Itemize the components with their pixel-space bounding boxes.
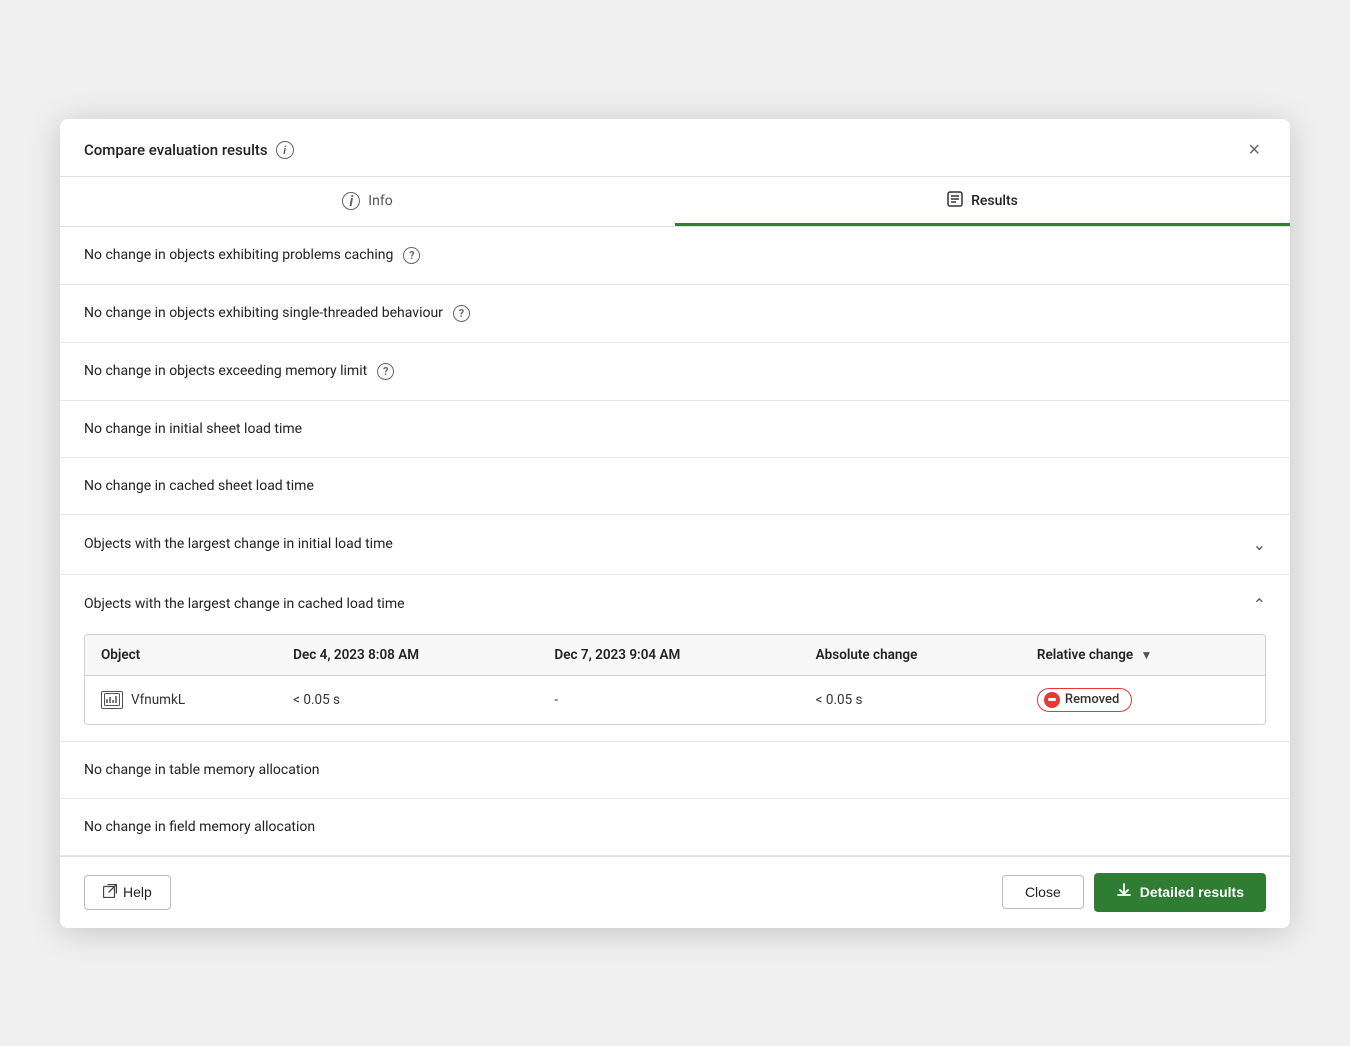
help-button[interactable]: Help bbox=[84, 875, 171, 910]
tab-results-label: Results bbox=[971, 193, 1018, 209]
footer-right-actions: Close Detailed results bbox=[1002, 873, 1266, 912]
cell-relative: Removed bbox=[1021, 675, 1265, 724]
section-memory-limit[interactable]: No change in objects exceeding memory li… bbox=[60, 343, 1290, 401]
col-date2: Dec 7, 2023 9:04 AM bbox=[538, 635, 799, 676]
section-single-threaded[interactable]: No change in objects exhibiting single-t… bbox=[60, 285, 1290, 343]
removed-badge: Removed bbox=[1037, 688, 1132, 712]
modal-title-text: Compare evaluation results bbox=[84, 141, 268, 159]
title-info-icon[interactable]: i bbox=[276, 141, 294, 159]
section-field-memory-text: No change in field memory allocation bbox=[84, 819, 315, 835]
col-date2-label: Dec 7, 2023 9:04 AM bbox=[554, 647, 680, 663]
col-date1-label: Dec 4, 2023 8:08 AM bbox=[293, 647, 419, 663]
object-chart-icon bbox=[101, 691, 123, 709]
cell-object: VfnumkL bbox=[85, 675, 277, 724]
section-caching-left: No change in objects exhibiting problems… bbox=[84, 247, 420, 264]
removed-label: Removed bbox=[1065, 692, 1119, 707]
results-tab-icon bbox=[947, 191, 963, 211]
cell-date2: - bbox=[538, 675, 799, 724]
table-row: VfnumkL < 0.05 s - < 0.05 s Removed bbox=[85, 675, 1265, 724]
sort-desc-icon: ▼ bbox=[1141, 648, 1153, 662]
tab-info-label: Info bbox=[368, 193, 392, 209]
section-caching[interactable]: No change in objects exhibiting problems… bbox=[60, 227, 1290, 285]
modal-close-button[interactable]: × bbox=[1242, 137, 1266, 164]
modal-title: Compare evaluation results i bbox=[84, 141, 294, 159]
caching-help-icon[interactable]: ? bbox=[403, 247, 420, 264]
section-single-threaded-left: No change in objects exhibiting single-t… bbox=[84, 305, 470, 322]
cached-load-table: Object Dec 4, 2023 8:08 AM Dec 7, 2023 9… bbox=[85, 635, 1265, 724]
modal-footer: Help Close Detailed results bbox=[60, 856, 1290, 928]
chevron-down-icon: ⌄ bbox=[1253, 535, 1266, 554]
cached-load-table-container: Object Dec 4, 2023 8:08 AM Dec 7, 2023 9… bbox=[84, 634, 1266, 725]
tab-results[interactable]: Results bbox=[675, 177, 1290, 226]
col-relative[interactable]: Relative change ▼ bbox=[1021, 635, 1265, 676]
help-external-icon bbox=[103, 884, 117, 901]
section-caching-text: No change in objects exhibiting problems… bbox=[84, 247, 393, 263]
section-cached-load-text: No change in cached sheet load time bbox=[84, 478, 314, 494]
modal-header: Compare evaluation results i × bbox=[60, 119, 1290, 177]
section-initial-load-text: No change in initial sheet load time bbox=[84, 421, 302, 437]
section-single-threaded-text: No change in objects exhibiting single-t… bbox=[84, 305, 443, 321]
object-name: VfnumkL bbox=[131, 692, 185, 708]
col-object: Object bbox=[85, 635, 277, 676]
col-date1: Dec 4, 2023 8:08 AM bbox=[277, 635, 538, 676]
download-icon bbox=[1116, 882, 1132, 903]
col-absolute-label: Absolute change bbox=[816, 647, 918, 663]
removed-icon bbox=[1044, 692, 1060, 708]
tab-bar: i Info Results bbox=[60, 177, 1290, 227]
section-largest-cached-header[interactable]: Objects with the largest change in cache… bbox=[60, 575, 1290, 634]
object-cell-content: VfnumkL bbox=[101, 691, 261, 709]
section-largest-initial-text: Objects with the largest change in initi… bbox=[84, 536, 393, 552]
section-table-memory[interactable]: No change in table memory allocation bbox=[60, 742, 1290, 799]
section-memory-limit-text: No change in objects exceeding memory li… bbox=[84, 363, 367, 379]
cell-absolute: < 0.05 s bbox=[800, 675, 1021, 724]
modal-body: No change in objects exhibiting problems… bbox=[60, 227, 1290, 856]
single-threaded-help-icon[interactable]: ? bbox=[453, 305, 470, 322]
col-absolute: Absolute change bbox=[800, 635, 1021, 676]
col-object-label: Object bbox=[101, 647, 140, 663]
section-largest-cached: Objects with the largest change in cache… bbox=[60, 575, 1290, 742]
section-field-memory[interactable]: No change in field memory allocation bbox=[60, 799, 1290, 856]
section-memory-limit-left: No change in objects exceeding memory li… bbox=[84, 363, 394, 380]
compare-evaluation-modal: Compare evaluation results i × i Info Re… bbox=[60, 119, 1290, 928]
detailed-results-button[interactable]: Detailed results bbox=[1094, 873, 1266, 912]
table-header-row: Object Dec 4, 2023 8:08 AM Dec 7, 2023 9… bbox=[85, 635, 1265, 676]
section-cached-load[interactable]: No change in cached sheet load time bbox=[60, 458, 1290, 515]
info-tab-icon: i bbox=[342, 192, 360, 210]
section-initial-load[interactable]: No change in initial sheet load time bbox=[60, 401, 1290, 458]
col-relative-label: Relative change bbox=[1037, 647, 1133, 663]
section-largest-cached-text: Objects with the largest change in cache… bbox=[84, 596, 405, 612]
chevron-up-icon: ⌃ bbox=[1253, 595, 1266, 614]
section-largest-initial[interactable]: Objects with the largest change in initi… bbox=[60, 515, 1290, 575]
help-button-label: Help bbox=[123, 884, 152, 900]
tab-info[interactable]: i Info bbox=[60, 177, 675, 226]
cell-date1: < 0.05 s bbox=[277, 675, 538, 724]
section-table-memory-text: No change in table memory allocation bbox=[84, 762, 320, 778]
detailed-results-label: Detailed results bbox=[1140, 884, 1244, 900]
close-footer-button[interactable]: Close bbox=[1002, 875, 1084, 909]
memory-limit-help-icon[interactable]: ? bbox=[377, 363, 394, 380]
